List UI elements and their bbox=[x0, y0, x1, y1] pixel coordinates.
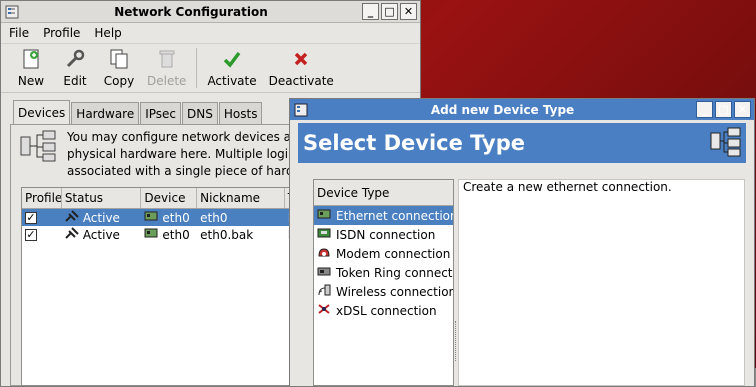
copy-button[interactable]: Copy bbox=[97, 48, 141, 88]
list-item[interactable]: xDSL connection bbox=[314, 301, 453, 320]
list-item[interactable]: Wireless connection bbox=[314, 282, 453, 301]
device-type-list[interactable]: Device Type Ethernet connection ISDN con… bbox=[313, 179, 454, 386]
new-document-icon bbox=[21, 48, 41, 70]
tab-hardware[interactable]: Hardware bbox=[71, 102, 140, 124]
tab-hosts[interactable]: Hosts bbox=[218, 102, 263, 124]
x-icon bbox=[291, 48, 311, 70]
trash-icon bbox=[157, 48, 177, 70]
check-icon bbox=[221, 48, 243, 70]
network-devices-icon bbox=[19, 129, 57, 180]
modem-icon bbox=[317, 246, 331, 261]
maximize-button[interactable]: □ bbox=[715, 101, 732, 118]
dialog-title-bar[interactable]: Add new Device Type _ □ ✕ bbox=[290, 99, 754, 120]
column-nickname[interactable]: Nickname bbox=[197, 188, 285, 208]
column-status[interactable]: Status bbox=[62, 188, 142, 208]
tab-bar: Devices Hardware IPsec DNS Hosts bbox=[13, 100, 263, 124]
network-app-icon[interactable] bbox=[4, 4, 20, 20]
isdn-icon bbox=[317, 227, 331, 242]
profile-checkbox[interactable]: ✓ bbox=[25, 211, 37, 224]
close-button[interactable]: ✕ bbox=[400, 3, 417, 20]
menu-bar: File Profile Help bbox=[1, 23, 420, 43]
dialog-title: Add new Device Type bbox=[430, 102, 575, 117]
maximize-button[interactable]: □ bbox=[381, 3, 398, 20]
add-device-type-dialog: Add new Device Type _ □ ✕ Select Device … bbox=[289, 98, 755, 387]
delete-button[interactable]: Delete bbox=[141, 48, 192, 88]
menu-help[interactable]: Help bbox=[94, 26, 121, 40]
description-panel: Create a new ethernet connection. bbox=[458, 179, 745, 386]
network-devices-icon bbox=[710, 127, 742, 160]
banner-title: Select Device Type bbox=[303, 131, 525, 155]
title-bar[interactable]: Network Configuration _ □ ✕ bbox=[1, 1, 420, 23]
column-profile[interactable]: Profile bbox=[22, 188, 62, 208]
menu-profile[interactable]: Profile bbox=[43, 26, 80, 40]
edit-button[interactable]: Edit bbox=[53, 48, 97, 88]
active-plug-icon bbox=[65, 227, 79, 242]
list-item[interactable]: Modem connection bbox=[314, 244, 453, 263]
minimize-button[interactable]: _ bbox=[696, 101, 713, 118]
menu-file[interactable]: File bbox=[9, 26, 29, 40]
ethernet-card-icon bbox=[144, 227, 158, 242]
close-button[interactable]: ✕ bbox=[734, 101, 751, 118]
wrench-icon bbox=[64, 48, 86, 70]
tab-devices[interactable]: Devices bbox=[13, 100, 71, 124]
tab-ipsec[interactable]: IPsec bbox=[140, 102, 182, 124]
description-text: Create a new ethernet connection. bbox=[463, 180, 672, 194]
token-ring-icon bbox=[317, 265, 331, 280]
dialog-banner: Select Device Type bbox=[298, 123, 746, 163]
activate-button[interactable]: Activate bbox=[201, 48, 262, 88]
tab-dns[interactable]: DNS bbox=[182, 102, 218, 124]
ethernet-icon bbox=[317, 208, 331, 223]
list-item[interactable]: Token Ring connection bbox=[314, 263, 453, 282]
list-item[interactable]: Ethernet connection bbox=[314, 206, 453, 225]
ethernet-card-icon bbox=[144, 210, 158, 225]
new-button[interactable]: New bbox=[9, 48, 53, 88]
toolbar-separator bbox=[196, 48, 198, 88]
profile-checkbox[interactable]: ✓ bbox=[25, 228, 37, 241]
list-item[interactable]: ISDN connection bbox=[314, 225, 453, 244]
network-app-icon[interactable] bbox=[293, 102, 309, 118]
window-title: Network Configuration bbox=[114, 4, 268, 19]
xdsl-icon bbox=[317, 303, 331, 318]
minimize-button[interactable]: _ bbox=[362, 3, 379, 20]
wireless-icon bbox=[317, 284, 331, 299]
deactivate-button[interactable]: Deactivate bbox=[263, 48, 340, 88]
column-device[interactable]: Device bbox=[141, 188, 198, 208]
toolbar: New Edit Copy Delete Activate Deactivate bbox=[1, 43, 420, 93]
copy-icon bbox=[108, 48, 130, 70]
active-plug-icon bbox=[65, 210, 79, 225]
list-header[interactable]: Device Type bbox=[314, 180, 453, 206]
